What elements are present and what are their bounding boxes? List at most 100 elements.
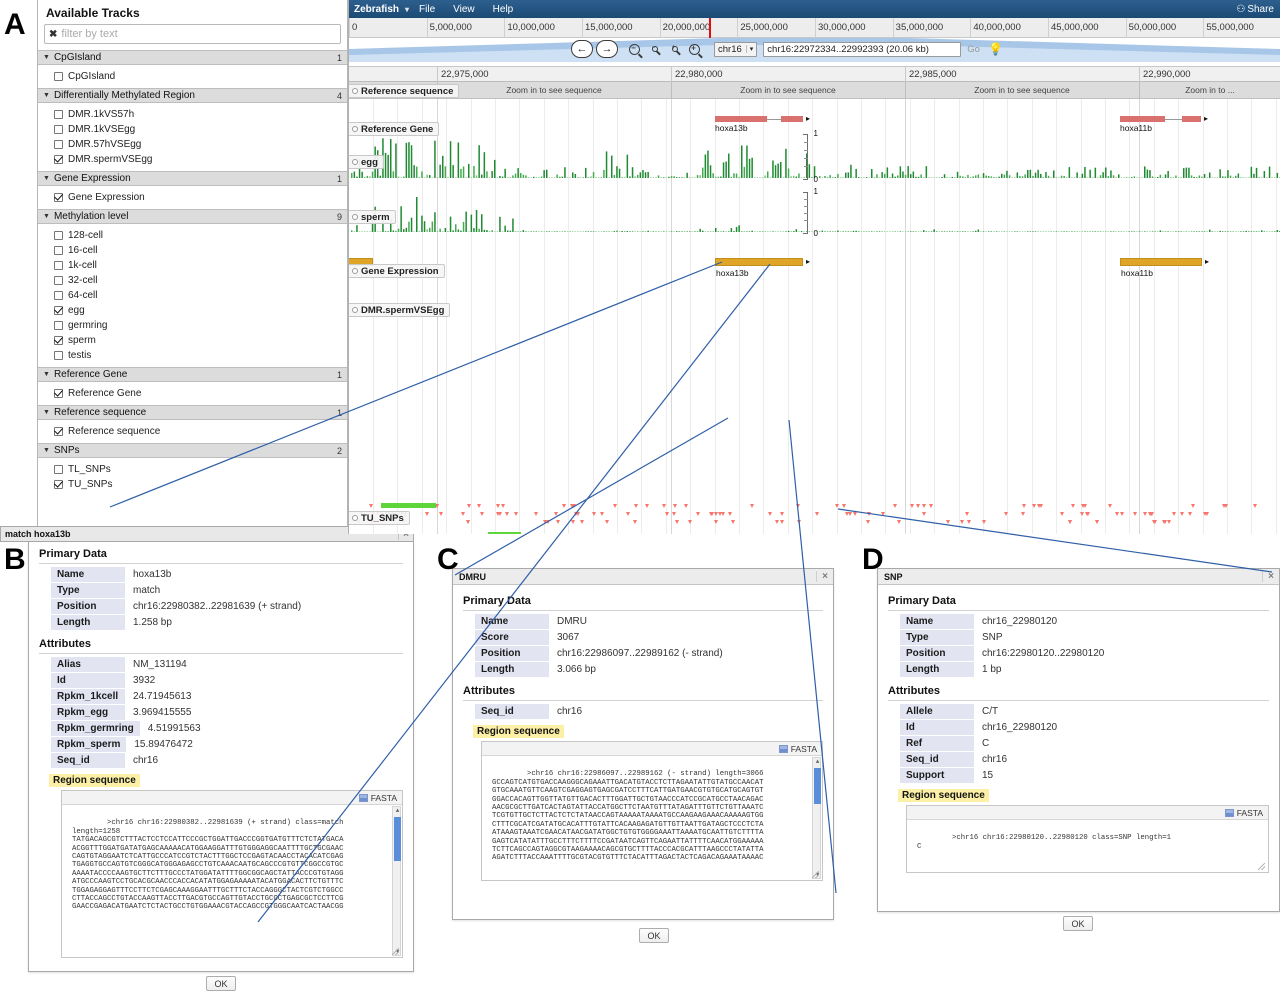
bulb-icon[interactable]: 💡 bbox=[988, 42, 1003, 56]
track-label-reference-sequence[interactable]: Reference sequence bbox=[349, 84, 459, 98]
snp-marker[interactable] bbox=[501, 504, 505, 508]
fasta-label[interactable]: FASTA bbox=[371, 793, 397, 803]
snp-marker[interactable] bbox=[1133, 512, 1137, 516]
snp-marker[interactable] bbox=[731, 520, 735, 524]
track-checkbox[interactable] bbox=[54, 261, 63, 270]
snp-marker[interactable] bbox=[600, 512, 604, 516]
track-checkbox[interactable] bbox=[54, 321, 63, 330]
track-checkbox[interactable] bbox=[54, 110, 63, 119]
snp-marker[interactable] bbox=[721, 512, 725, 516]
snp-marker[interactable] bbox=[467, 504, 471, 508]
snp-marker[interactable] bbox=[1021, 512, 1025, 516]
track-toggle-icon[interactable] bbox=[352, 307, 358, 313]
expression-feature-hoxa13b[interactable]: ▸ hoxa13b bbox=[715, 258, 803, 266]
snp-marker[interactable] bbox=[572, 504, 576, 508]
snp-marker[interactable] bbox=[645, 504, 649, 508]
track-item[interactable]: DMR.spermVSEgg bbox=[38, 152, 347, 167]
snp-marker[interactable] bbox=[1224, 504, 1228, 508]
track-item[interactable]: testis bbox=[38, 348, 347, 363]
snp-marker[interactable] bbox=[466, 520, 470, 524]
snp-marker[interactable] bbox=[967, 520, 971, 524]
track-checkbox[interactable] bbox=[54, 140, 63, 149]
snp-marker[interactable] bbox=[842, 504, 846, 508]
snp-marker[interactable] bbox=[688, 520, 692, 524]
track-item[interactable]: TU_SNPs bbox=[38, 477, 347, 492]
snp-marker[interactable] bbox=[1180, 512, 1184, 516]
track-filter-input[interactable]: ✖ filter by text bbox=[44, 24, 341, 44]
snp-marker[interactable] bbox=[1022, 504, 1026, 508]
snp-marker[interactable] bbox=[1191, 504, 1195, 508]
fasta-label[interactable]: FASTA bbox=[1237, 808, 1263, 818]
snp-marker[interactable] bbox=[982, 520, 986, 524]
snp-marker[interactable] bbox=[554, 512, 558, 516]
track-checkbox[interactable] bbox=[54, 351, 63, 360]
snp-marker[interactable] bbox=[580, 520, 584, 524]
track-toggle-icon[interactable] bbox=[352, 515, 358, 521]
track-category-header[interactable]: ▼Gene Expression1 bbox=[38, 171, 347, 186]
track-checkbox[interactable] bbox=[54, 125, 63, 134]
snp-marker[interactable] bbox=[684, 504, 688, 508]
gene-feature-hoxa11b[interactable]: ▸ hoxa11b bbox=[1120, 116, 1201, 122]
track-item[interactable]: egg bbox=[38, 303, 347, 318]
sequence-textarea[interactable]: >chr16 chr16:22980120..22980120 class=SN… bbox=[907, 820, 1268, 872]
snp-marker[interactable] bbox=[496, 504, 500, 508]
track-item[interactable]: 64-cell bbox=[38, 288, 347, 303]
snp-marker[interactable] bbox=[634, 504, 638, 508]
expression-feature-hoxa11b[interactable]: ▸ hoxa11b bbox=[1120, 258, 1202, 266]
snp-marker[interactable] bbox=[562, 504, 566, 508]
track-item[interactable]: CpGIsland bbox=[38, 69, 347, 84]
sequence-textarea[interactable]: >chr16 chr16:22986097..22989162 (- stran… bbox=[482, 756, 822, 880]
fasta-label[interactable]: FASTA bbox=[791, 744, 817, 754]
snp-marker[interactable] bbox=[1163, 520, 1167, 524]
track-checkbox[interactable] bbox=[54, 427, 63, 436]
track-label-egg[interactable]: egg bbox=[349, 155, 384, 169]
snp-marker[interactable] bbox=[461, 512, 465, 516]
snp-marker[interactable] bbox=[1095, 520, 1099, 524]
snp-marker[interactable] bbox=[780, 520, 784, 524]
snp-marker[interactable] bbox=[480, 512, 484, 516]
snp-marker[interactable] bbox=[797, 520, 801, 524]
scrollbar-vertical[interactable]: ▲ ▼ bbox=[812, 757, 821, 879]
share-button[interactable]: ⚇Share bbox=[1236, 4, 1274, 15]
track-item[interactable]: 128-cell bbox=[38, 228, 347, 243]
snp-marker[interactable] bbox=[815, 512, 819, 516]
track-checkbox[interactable] bbox=[54, 465, 63, 474]
snp-marker[interactable] bbox=[1205, 512, 1209, 516]
snp-marker[interactable] bbox=[728, 512, 732, 516]
track-toggle-icon[interactable] bbox=[352, 214, 358, 220]
resize-handle-icon[interactable] bbox=[812, 871, 819, 878]
snp-marker[interactable] bbox=[1188, 512, 1192, 516]
track-label-sperm[interactable]: sperm bbox=[349, 210, 396, 224]
snp-marker[interactable] bbox=[1032, 504, 1036, 508]
menu-item-file[interactable]: File bbox=[419, 4, 435, 15]
snp-marker[interactable] bbox=[1153, 520, 1157, 524]
snp-marker[interactable] bbox=[613, 504, 617, 508]
zoom-in-small-icon[interactable]: + bbox=[666, 40, 683, 58]
x-icon[interactable]: ✖ bbox=[49, 29, 57, 40]
snp-marker[interactable] bbox=[922, 504, 926, 508]
gene-feature-hoxa13b[interactable]: ▸ hoxa13b bbox=[715, 116, 803, 122]
snp-marker[interactable] bbox=[571, 520, 575, 524]
snp-marker[interactable] bbox=[576, 512, 580, 516]
track-item[interactable]: 32-cell bbox=[38, 273, 347, 288]
track-category-header[interactable]: ▼CpGIsland1 bbox=[38, 50, 347, 65]
snp-marker[interactable] bbox=[696, 512, 700, 516]
ok-button-b[interactable]: OK bbox=[206, 976, 236, 991]
go-button[interactable]: Go bbox=[967, 44, 980, 55]
snp-marker[interactable] bbox=[710, 512, 714, 516]
snp-marker[interactable] bbox=[1167, 520, 1171, 524]
snp-marker[interactable] bbox=[866, 520, 870, 524]
arrow-right-icon[interactable]: → bbox=[596, 40, 618, 58]
dmr-feature[interactable]: DMRU bbox=[488, 532, 521, 534]
track-checkbox[interactable] bbox=[54, 291, 63, 300]
snp-marker[interactable] bbox=[897, 520, 901, 524]
sequence-textarea[interactable]: >chr16 chr16:22980382..22981639 (+ stran… bbox=[62, 805, 402, 957]
menu-item-help[interactable]: Help bbox=[493, 4, 514, 15]
track-toggle-icon[interactable] bbox=[352, 268, 358, 274]
track-item[interactable]: DMR.1kVS57h bbox=[38, 107, 347, 122]
snp-marker[interactable] bbox=[592, 512, 596, 516]
track-checkbox[interactable] bbox=[54, 389, 63, 398]
snp-marker[interactable] bbox=[1039, 504, 1043, 508]
ok-button-d[interactable]: OK bbox=[1063, 916, 1093, 931]
track-checkbox[interactable] bbox=[54, 193, 63, 202]
